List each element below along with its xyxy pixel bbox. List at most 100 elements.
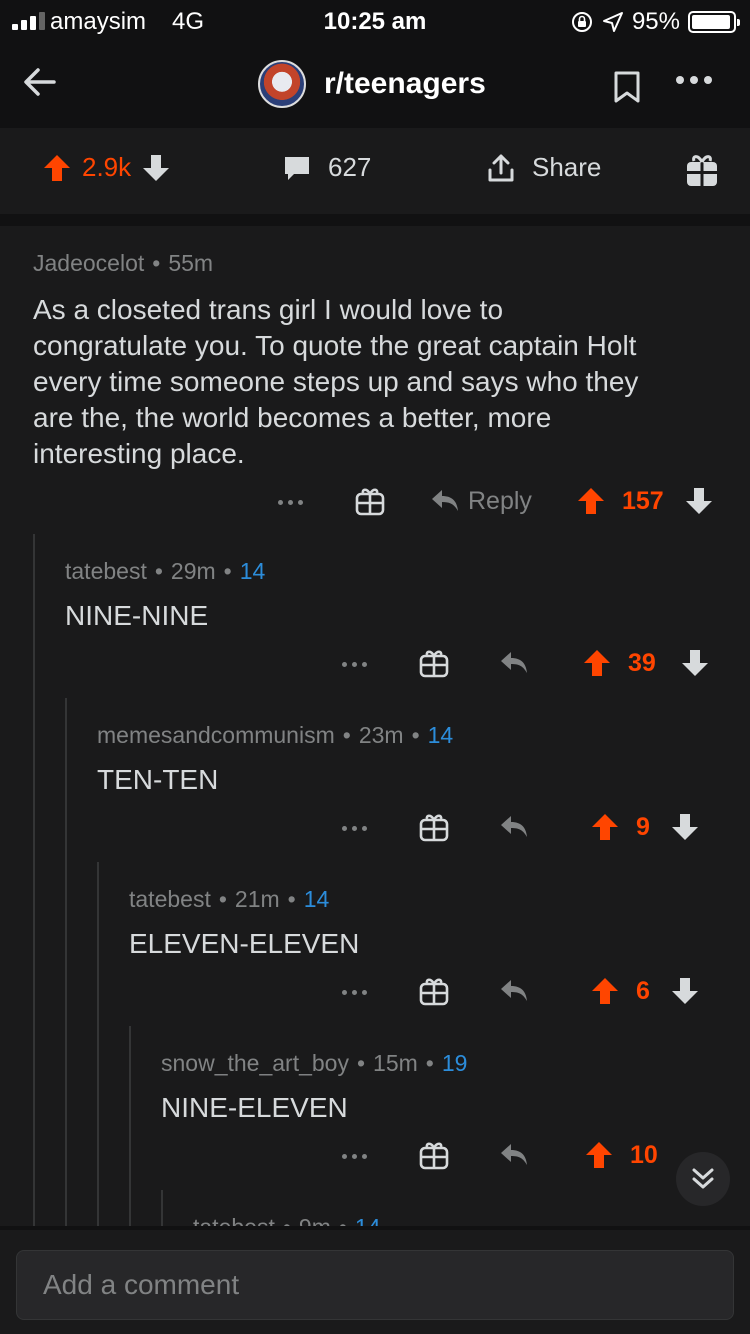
comment-line: every time someone steps up and says who… xyxy=(33,366,639,397)
orientation-lock-icon xyxy=(571,12,592,32)
comment-icon xyxy=(285,156,309,180)
user-flair: 14 xyxy=(303,886,330,912)
user-flair: 14 xyxy=(355,1214,381,1226)
gift-icon[interactable] xyxy=(419,812,449,842)
nav-bar: r/teenagers xyxy=(0,42,750,128)
upvote-icon[interactable] xyxy=(584,1140,614,1170)
subreddit-name[interactable]: r/teenagers xyxy=(324,67,486,101)
comment-body: TEN-TEN xyxy=(97,764,219,795)
comment-body: As a closeted trans girl I would love to… xyxy=(33,292,638,472)
upvote-icon[interactable] xyxy=(582,648,612,678)
comment-line: are the, the world becomes a better, mor… xyxy=(33,402,552,433)
back-arrow-icon[interactable] xyxy=(20,62,60,102)
comment-line: As a closeted trans girl I would love to xyxy=(33,294,504,325)
comment-input[interactable] xyxy=(16,1250,734,1320)
reply-button[interactable]: Reply xyxy=(430,486,532,516)
bookmark-icon[interactable] xyxy=(612,70,642,104)
comment-author[interactable]: tatebest xyxy=(193,1214,275,1226)
comment-count: 627 xyxy=(328,152,372,182)
upvote-icon[interactable] xyxy=(42,153,72,183)
double-chevron-down-icon xyxy=(692,1168,714,1189)
comment-time: 29m xyxy=(170,558,216,584)
reply-label: Reply xyxy=(468,486,532,515)
user-flair: 14 xyxy=(239,558,266,584)
comments-button[interactable]: 627 xyxy=(282,152,371,183)
reply-icon[interactable] xyxy=(499,976,529,1006)
comment-list: Jadeocelot • 55m As a closeted trans girl … xyxy=(0,226,750,1226)
share-label: Share xyxy=(532,152,602,182)
subreddit-header[interactable]: r/teenagers xyxy=(258,60,486,108)
comment-meta: memesandcommunism • 23m • 14 xyxy=(97,722,454,748)
comment-body: ELEVEN-ELEVEN xyxy=(129,928,360,959)
more-icon[interactable] xyxy=(278,500,303,505)
user-flair: 19 xyxy=(441,1050,468,1076)
battery-icon xyxy=(688,11,740,33)
more-icon[interactable] xyxy=(342,990,367,995)
comment-score: 6 xyxy=(636,977,650,1005)
comment-score: 10 xyxy=(630,1141,658,1169)
comment-time: 21m xyxy=(234,886,280,912)
share-button[interactable]: Share xyxy=(486,152,601,183)
comment-score: 157 xyxy=(622,487,664,515)
comment-actions: 9 xyxy=(0,810,750,846)
comment-author[interactable]: tatebest xyxy=(65,558,147,584)
downvote-icon[interactable] xyxy=(141,153,171,183)
comment-time: 9m xyxy=(299,1214,331,1226)
comment-meta: tatebest•9m•14 xyxy=(193,1214,381,1226)
downvote-icon[interactable] xyxy=(670,812,700,842)
more-icon[interactable] xyxy=(342,662,367,667)
gift-icon[interactable] xyxy=(419,1140,449,1170)
reply-icon xyxy=(432,490,458,511)
thread-line[interactable] xyxy=(161,1190,163,1226)
comment-actions: 39 xyxy=(0,646,750,682)
user-flair: 14 xyxy=(427,722,454,748)
comment-actions: 10 xyxy=(0,1138,750,1174)
next-comment-button[interactable] xyxy=(676,1152,730,1206)
reply-icon[interactable] xyxy=(499,1140,529,1170)
gift-icon[interactable] xyxy=(355,486,385,516)
gift-icon[interactable] xyxy=(419,648,449,678)
downvote-icon[interactable] xyxy=(680,648,710,678)
reply-icon[interactable] xyxy=(499,648,529,678)
comment-composer-bar xyxy=(0,1230,750,1334)
comment-meta: tatebest • 21m • 14 xyxy=(129,886,330,912)
comment-author[interactable]: tatebest xyxy=(129,886,211,912)
share-icon xyxy=(488,154,514,181)
comment-meta: Jadeocelot • 55m xyxy=(33,250,214,276)
comment-line: interesting place. xyxy=(33,438,245,469)
reply-icon[interactable] xyxy=(499,812,529,842)
comment-time: 55m xyxy=(168,250,214,276)
status-bar: amaysim 4G 10:25 am 95% xyxy=(0,0,750,42)
upvote-icon[interactable] xyxy=(576,486,606,516)
more-icon[interactable] xyxy=(676,76,712,84)
comment-actions: Reply 157 xyxy=(0,484,750,520)
location-icon xyxy=(602,12,623,32)
comment-line: congratulate you. To quote the great cap… xyxy=(33,330,637,361)
comment-actions: 6 xyxy=(0,974,750,1010)
comment-body: NINE-ELEVEN xyxy=(161,1092,348,1123)
comment-meta: snow_the_art_boy • 15m • 19 xyxy=(161,1050,468,1076)
post-gift-button[interactable] xyxy=(684,152,720,188)
more-icon[interactable] xyxy=(342,826,367,831)
comment-author[interactable]: snow_the_art_boy xyxy=(161,1050,349,1076)
post-action-bar: 2.9k 627 Share xyxy=(0,128,750,214)
thread-line[interactable] xyxy=(33,534,35,1226)
comment-score: 39 xyxy=(628,649,656,677)
comment-score: 9 xyxy=(636,813,650,841)
upvote-icon[interactable] xyxy=(590,812,620,842)
gift-icon xyxy=(687,155,717,186)
post-vote-group: 2.9k xyxy=(42,152,171,183)
post-score: 2.9k xyxy=(82,152,132,182)
upvote-icon[interactable] xyxy=(590,976,620,1006)
comment-time: 15m xyxy=(373,1050,418,1076)
downvote-icon[interactable] xyxy=(670,976,700,1006)
comment-author[interactable]: memesandcommunism xyxy=(97,722,335,748)
comment-body: NINE-NINE xyxy=(65,600,209,631)
more-icon[interactable] xyxy=(342,1154,367,1159)
downvote-icon[interactable] xyxy=(684,486,714,516)
thread-line[interactable] xyxy=(129,1026,131,1226)
subreddit-avatar[interactable] xyxy=(258,60,306,108)
comment-time: 23m xyxy=(358,722,404,748)
comment-author[interactable]: Jadeocelot xyxy=(33,250,144,276)
gift-icon[interactable] xyxy=(419,976,449,1006)
